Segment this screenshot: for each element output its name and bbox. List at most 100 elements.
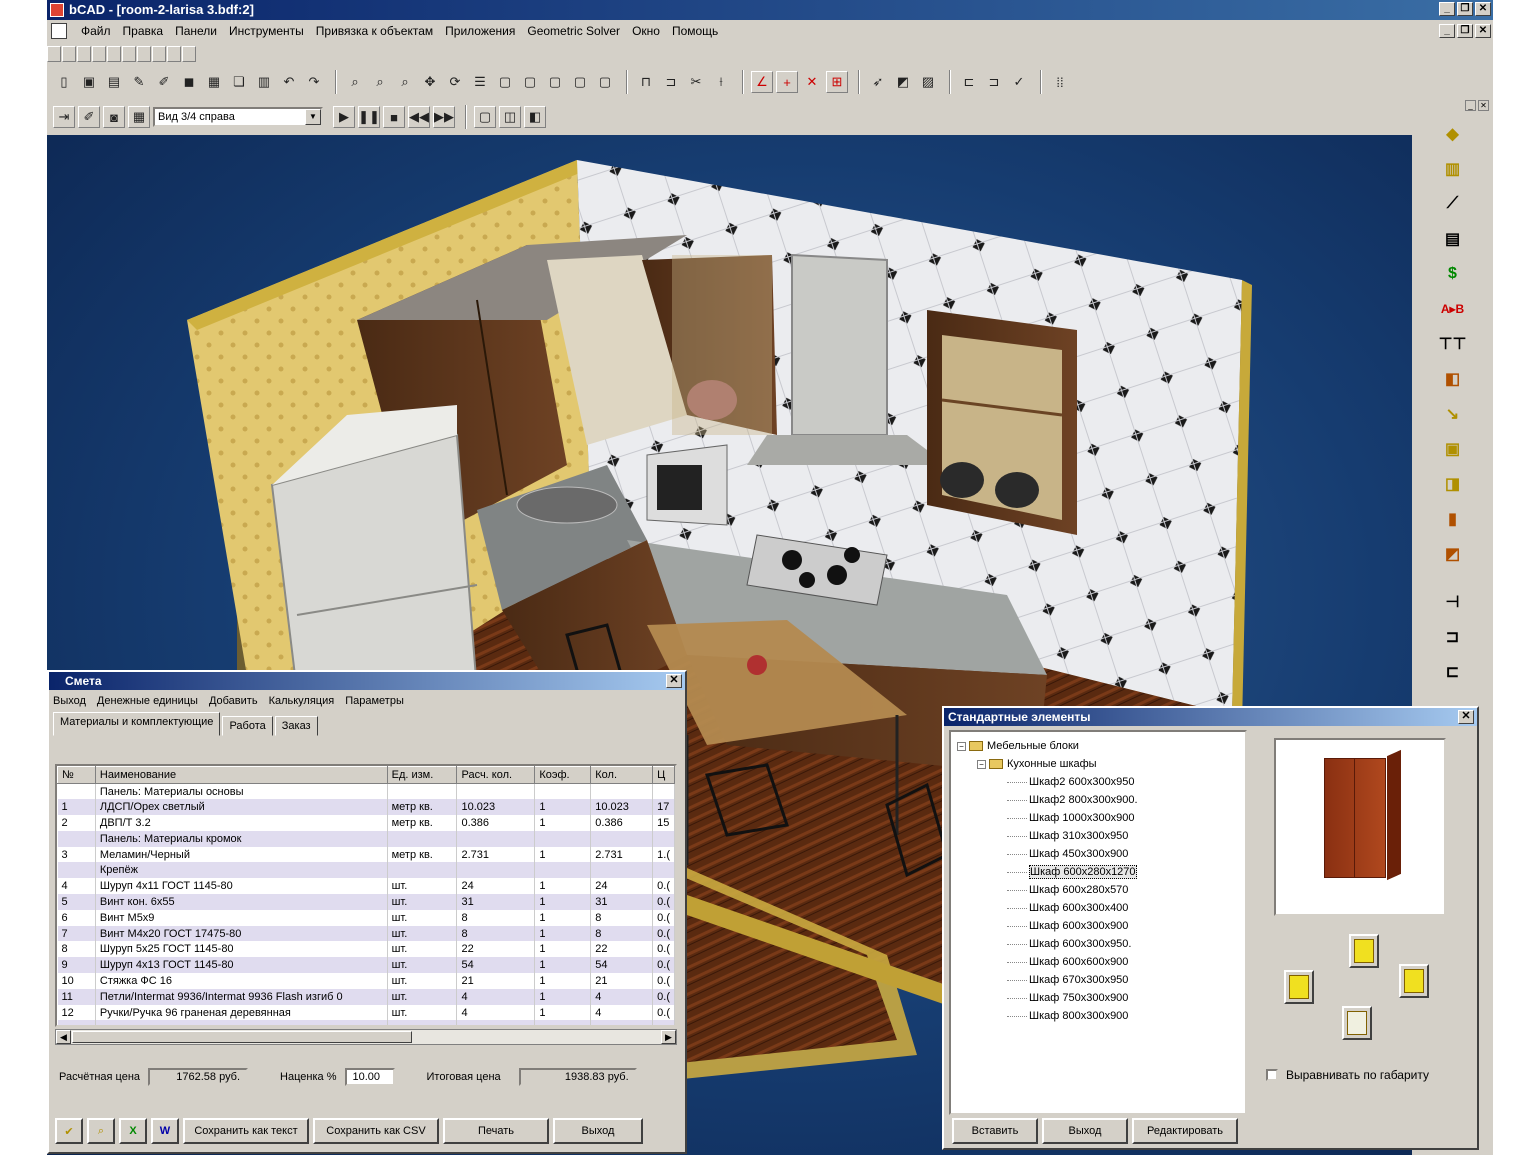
col-unit[interactable]: Ед. изм. [386,766,458,784]
solid-icon[interactable]: ◧ [524,106,546,128]
tree-item-cabinet[interactable]: Шкаф 600x300x900 [951,917,1245,935]
col-calc[interactable]: Расч. кол. [456,766,536,784]
menu-calculation[interactable]: Калькуляция [265,695,342,707]
save-text-button[interactable]: Сохранить как текст [183,1118,309,1144]
tab-materials[interactable]: Материалы и комплектующие [53,712,221,736]
open-icon[interactable]: ▣ [78,71,100,93]
tree-item-cabinet[interactable]: Шкаф 310x300x950 [951,827,1245,845]
excel-icon[interactable]: X [119,1118,147,1144]
document-icon[interactable] [51,23,67,39]
exit-button[interactable]: Выход [1042,1118,1128,1144]
strip-button[interactable] [77,46,91,62]
block-icon[interactable]: ⊏ [958,71,980,93]
menu-add[interactable]: Добавить [205,695,265,707]
camera-icon[interactable]: ◙ [103,106,125,128]
trim-icon[interactable]: ✂ [685,71,707,93]
cabinet-icon[interactable]: ▥ [1437,154,1469,184]
collapse-icon[interactable]: − [977,759,986,769]
close-icon[interactable]: ✕ [666,674,682,688]
tree-item-cabinet[interactable]: Шкаф 1000x300x900 [951,809,1245,827]
cube-icon[interactable]: ◼ [178,71,200,93]
play-icon[interactable]: ▶ [333,106,355,128]
table-icon[interactable]: ▤ [1437,224,1469,254]
col-qty[interactable]: Кол. [590,766,654,784]
check-icon[interactable]: ✔ [55,1118,83,1144]
door-icon[interactable]: ◧ [1437,364,1469,394]
word-icon[interactable]: W [151,1118,179,1144]
menu-file[interactable]: Файл [75,20,117,42]
render-icon[interactable]: ◩ [892,71,914,93]
strip-button[interactable] [182,46,196,62]
scroll-right-icon[interactable]: ▶ [661,1030,676,1044]
check-icon[interactable]: ✓ [1008,71,1030,93]
snap-icon[interactable]: ✎ [128,71,150,93]
strip-button[interactable] [152,46,166,62]
menu-snap[interactable]: Привязка к объектам [310,20,439,42]
select-icon[interactable]: ➶ [867,71,889,93]
materials-table[interactable]: № Наименование Ед. изм. Расч. кол. Коэф.… [55,764,677,1027]
menu-tools[interactable]: Инструменты [223,20,310,42]
close-icon[interactable]: ✕ [1458,710,1474,724]
table-row[interactable]: 4 Шуруп 4x11 ГОСТ 1145-80 шт. 24 1 24 0.( [57,878,675,895]
horizontal-scrollbar[interactable]: ◀ ▶ [55,1029,677,1045]
drawer-slide-icon[interactable]: ⊐ [1437,622,1469,652]
price-icon[interactable]: $ [1437,259,1469,289]
table-row[interactable]: 5 Винт кон. 6x55 шт. 31 1 31 0.( [57,894,675,910]
snap2-icon[interactable]: ✐ [153,71,175,93]
table-row[interactable]: Крепёж [57,862,675,879]
zoom-icon[interactable]: ⌕ [344,71,366,93]
search-icon[interactable]: ⌕ [87,1118,115,1144]
view-back-icon[interactable]: ▢ [594,71,616,93]
align-checkbox-row[interactable]: Выравнивать по габариту [1266,1068,1429,1082]
tree-item-cabinet[interactable]: Шкаф 750x300x900 [951,989,1245,1007]
table-row[interactable]: 3 Меламин/Черный метр кв. 2.731 1 2.731 1.( [57,846,675,863]
minimize-button[interactable]: _ [1439,2,1455,16]
table-row[interactable]: Панель: Материалы основы [57,783,675,800]
print-button[interactable]: Печать [443,1118,549,1144]
table-row[interactable]: 1 ЛДСП/Орех светлый метр кв. 10.023 1 10.023 1… [57,799,675,816]
room-icon[interactable]: ◆ [1437,119,1469,149]
view-select[interactable]: Вид 3/4 справа ▼ [153,107,323,127]
save-csv-button[interactable]: Сохранить как CSV [313,1118,439,1144]
shaded-icon[interactable]: ◫ [499,106,521,128]
close-icon[interactable]: ✕ [1478,100,1489,111]
table-row[interactable] [57,1020,675,1025]
tree-node-root[interactable]: − Мебельные блоки [951,737,1245,755]
menu-currency[interactable]: Денежные единицы [93,695,205,707]
align-checkbox[interactable] [1266,1069,1278,1081]
panels-icon[interactable]: ◩ [1437,539,1469,569]
line-icon[interactable]: ⟋ [1437,189,1469,219]
table-row[interactable]: 9 Шуруп 4x13 ГОСТ 1145-80 шт. 54 1 54 0.( [57,957,675,974]
col-price[interactable]: Ц [652,766,675,784]
align-icon[interactable]: ⊐ [660,71,682,93]
minimize-icon[interactable]: _ [1465,100,1476,111]
tree-item-cabinet[interactable]: Шкаф 450x300x900 [951,845,1245,863]
menu-help[interactable]: Помощь [666,20,724,42]
strip-button[interactable] [167,46,181,62]
menu-edit[interactable]: Правка [117,20,170,42]
mdi-restore-button[interactable]: ❐ [1457,24,1473,38]
tree-node-kitchen[interactable]: − Кухонные шкафы [951,755,1245,773]
tree-item-cabinet[interactable]: Шкаф 600x300x400 [951,899,1245,917]
strip-button[interactable] [107,46,121,62]
mdi-close-button[interactable]: ✕ [1475,24,1491,38]
layers-icon[interactable]: ☰ [469,71,491,93]
col-name[interactable]: Наименование [94,766,388,784]
align-top-icon[interactable] [1349,934,1379,968]
view-top-icon[interactable]: ▢ [544,71,566,93]
align-right-icon[interactable] [1399,964,1429,998]
block2-icon[interactable]: ⊐ [983,71,1005,93]
align-bottom-icon[interactable] [1342,1006,1372,1040]
pan-icon[interactable]: ✥ [419,71,441,93]
elements-tree[interactable]: − Мебельные блоки − Кухонные шкафы Шкаф2 6… [949,730,1247,1115]
replace-icon[interactable]: A▸B [1437,294,1469,324]
scroll-left-icon[interactable]: ◀ [56,1030,71,1044]
mdi-minimize-button[interactable]: _ [1439,24,1455,38]
chevron-down-icon[interactable]: ▼ [305,109,321,125]
align-left-icon[interactable] [1284,970,1314,1004]
tab-order[interactable]: Заказ [274,716,318,736]
table-row[interactable]: 8 Шуруп 5x25 ГОСТ 1145-80 шт. 22 1 22 0.( [57,941,675,958]
redo-icon[interactable]: ↷ [303,71,325,93]
strip-button[interactable] [47,46,61,62]
forward-icon[interactable]: ▶▶ [433,106,455,128]
